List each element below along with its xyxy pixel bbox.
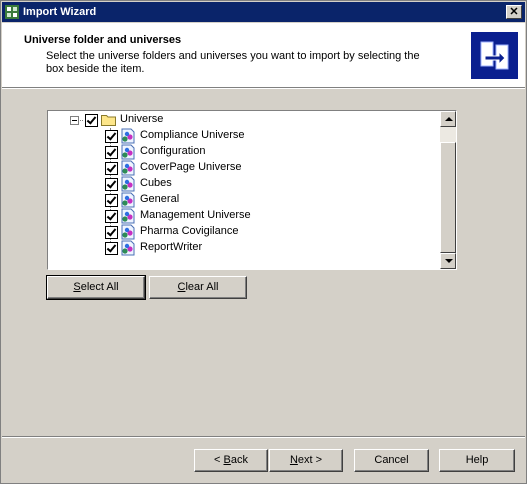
universe-icon (121, 224, 135, 240)
tree-item[interactable]: ReportWriter (48, 240, 440, 256)
checkbox-item[interactable] (105, 146, 118, 159)
checkbox-item[interactable] (105, 130, 118, 143)
universe-icon (121, 128, 135, 144)
universe-icon (121, 240, 135, 256)
tree-item[interactable]: General (48, 192, 440, 208)
universe-tree[interactable]: Universe Compliance Universe Configurati… (47, 110, 457, 270)
app-icon (5, 5, 19, 19)
next-mnemonic: N (289, 454, 298, 466)
checkbox-item[interactable] (105, 178, 118, 191)
help-label: Help (465, 454, 489, 466)
tree-item[interactable]: Cubes (48, 176, 440, 192)
checkbox-item[interactable] (105, 194, 118, 207)
checkbox-item[interactable] (105, 226, 118, 239)
scroll-down-button[interactable] (440, 253, 456, 269)
import-wizard-window: Import Wizard ✕ Universe folder and univ… (0, 0, 527, 484)
page-description: Select the universe folders and universe… (46, 50, 420, 75)
select-all-label: elect All (80, 281, 119, 293)
arrow-down-icon (445, 259, 453, 263)
checkbox-item[interactable] (105, 242, 118, 255)
cancel-button[interactable]: Cancel (354, 449, 429, 472)
universe-icon (121, 192, 135, 208)
universe-icon (121, 160, 135, 176)
back-label: ack (230, 454, 248, 466)
import-wizard-icon (471, 32, 518, 79)
select-all-button[interactable]: Select All (46, 275, 146, 300)
cancel-label: Cancel (374, 454, 409, 466)
close-button[interactable]: ✕ (506, 5, 522, 19)
back-button[interactable]: < Back (194, 449, 268, 472)
arrow-up-icon (445, 117, 453, 121)
clear-all-label: lear All (185, 281, 219, 293)
clear-all-button[interactable]: Clear All (149, 276, 247, 299)
tree-root-label: Universe (120, 113, 164, 125)
universe-icon (121, 208, 135, 224)
tree-item[interactable]: CoverPage Universe (48, 160, 440, 176)
tree-item-label: General (140, 193, 180, 205)
vertical-scrollbar[interactable] (440, 111, 456, 269)
tree-item-label: Configuration (140, 145, 206, 157)
close-icon: ✕ (509, 6, 519, 18)
next-button[interactable]: Next > (269, 449, 343, 472)
scroll-thumb[interactable] (440, 142, 456, 253)
select-all-mnemonic: S (73, 281, 81, 293)
tree-item[interactable]: Compliance Universe (48, 128, 440, 144)
back-prefix: < (214, 454, 224, 466)
header-separator (2, 87, 525, 89)
universe-icon (121, 144, 135, 160)
next-label: ext > (297, 454, 323, 466)
page-title: Universe folder and universes (24, 34, 182, 46)
tree-root-row[interactable]: Universe (48, 112, 440, 128)
tree-item[interactable]: Management Universe (48, 208, 440, 224)
tree-item-label: Management Universe (140, 209, 251, 221)
wizard-header: Universe folder and universes Select the… (2, 23, 525, 87)
scroll-up-button[interactable] (440, 111, 456, 127)
tree-item-label: Cubes (140, 177, 172, 189)
title-bar[interactable]: Import Wizard ✕ (2, 2, 525, 22)
checkbox-universe-root[interactable] (85, 114, 98, 127)
tree-item-label: Compliance Universe (140, 129, 245, 141)
tree-item-label: ReportWriter (140, 241, 203, 253)
universe-icon (121, 176, 135, 192)
window-title: Import Wizard (23, 6, 97, 18)
tree-item[interactable]: Configuration (48, 144, 440, 160)
footer-separator (2, 436, 525, 438)
checkbox-item[interactable] (105, 162, 118, 175)
back-mnemonic: B (223, 454, 231, 466)
collapse-icon[interactable] (70, 116, 79, 125)
help-button[interactable]: Help (439, 449, 515, 472)
tree-item[interactable]: Pharma Covigilance (48, 224, 440, 240)
checkbox-item[interactable] (105, 210, 118, 223)
tree-item-label: CoverPage Universe (140, 161, 242, 173)
folder-icon (101, 115, 116, 126)
tree-item-label: Pharma Covigilance (140, 225, 239, 237)
tree-content: Universe Compliance Universe Configurati… (48, 111, 440, 269)
